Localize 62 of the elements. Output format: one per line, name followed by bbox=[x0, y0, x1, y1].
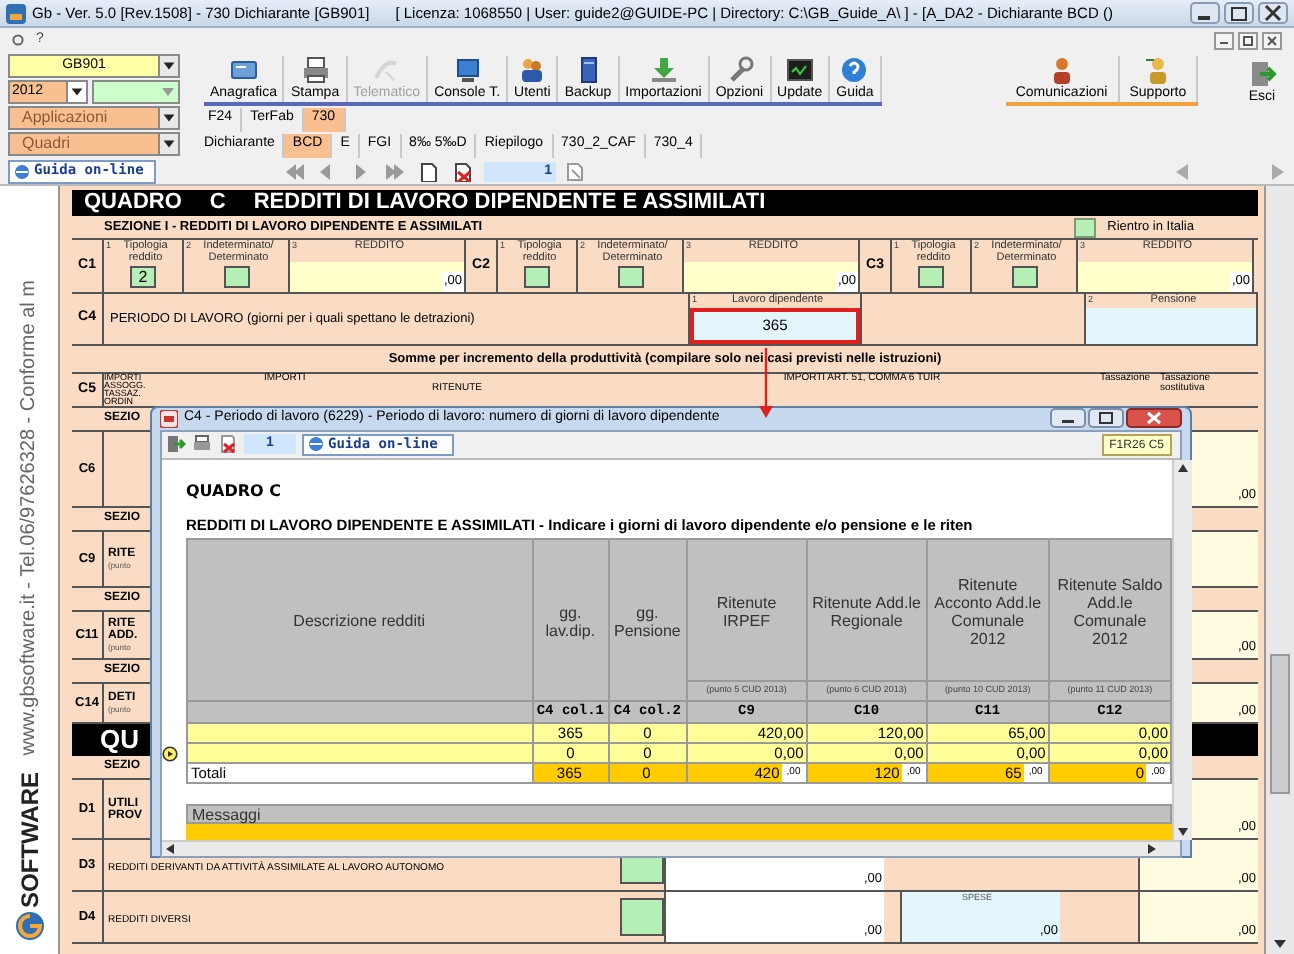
delete-page-icon[interactable] bbox=[450, 161, 476, 181]
form-header: QUADRO C REDDITI DI LAVORO DIPENDENTE E ASSIMILATI bbox=[72, 190, 1258, 216]
minimize-button[interactable] bbox=[1190, 2, 1220, 24]
logo-text: SOFTWARE bbox=[13, 772, 45, 908]
messages-header: Messaggi bbox=[186, 804, 1172, 825]
filter-select[interactable] bbox=[91, 80, 180, 104]
column-header: Ritenute Add.le Regionale bbox=[806, 538, 927, 681]
card-icon bbox=[229, 56, 258, 84]
column-header: gg. lav.dip. bbox=[532, 538, 609, 701]
restore-button[interactable] bbox=[1238, 31, 1258, 49]
restore-button[interactable] bbox=[1224, 2, 1254, 24]
new-page-icon[interactable] bbox=[416, 161, 442, 181]
code-field[interactable] bbox=[620, 898, 664, 936]
download-icon bbox=[649, 56, 678, 84]
code-field[interactable] bbox=[524, 266, 550, 288]
code-field[interactable] bbox=[617, 266, 643, 288]
code-field[interactable] bbox=[918, 266, 944, 288]
globe-icon bbox=[308, 436, 324, 452]
code-field[interactable] bbox=[223, 266, 249, 288]
app-logo-icon bbox=[6, 3, 26, 23]
dialog-app-icon bbox=[160, 409, 178, 428]
exit-icon bbox=[1248, 60, 1276, 88]
code-field[interactable] bbox=[1011, 266, 1037, 288]
logo-icon bbox=[13, 910, 45, 942]
close-button[interactable] bbox=[1262, 31, 1282, 49]
users-icon bbox=[518, 56, 547, 84]
number-field[interactable] bbox=[1086, 307, 1256, 344]
terminal-icon bbox=[785, 56, 814, 84]
minimize-button[interactable] bbox=[1214, 31, 1234, 49]
code-field[interactable]: 2 bbox=[130, 266, 156, 288]
quadri-select[interactable]: Quadri bbox=[8, 132, 180, 156]
dish-icon bbox=[372, 56, 401, 84]
close-button[interactable] bbox=[1126, 408, 1182, 429]
column-header: Ritenute IRPEF bbox=[686, 538, 807, 681]
column-header: Ritenute Saldo Add.le Comunale 2012 bbox=[1048, 538, 1171, 681]
goto-page-icon[interactable] bbox=[564, 161, 584, 181]
table-cell[interactable] bbox=[186, 743, 533, 764]
column-header: Descrizione redditi bbox=[186, 538, 533, 701]
help-icon bbox=[840, 56, 869, 84]
column-header: Ritenute Acconto Add.le Comunale 2012 bbox=[926, 538, 1049, 681]
exit-icon[interactable] bbox=[166, 434, 186, 454]
scroll-up-icon[interactable] bbox=[1174, 459, 1192, 475]
printer-icon bbox=[301, 56, 330, 84]
amount-field[interactable] bbox=[1190, 532, 1258, 586]
wrench-icon bbox=[725, 56, 754, 84]
dialog-heading: QUADRO C bbox=[186, 479, 283, 503]
minimize-button[interactable] bbox=[1050, 408, 1086, 429]
delete-icon[interactable] bbox=[218, 434, 238, 454]
printer-icon[interactable] bbox=[192, 434, 212, 454]
scrollbar-thumb[interactable] bbox=[1270, 654, 1290, 794]
checkbox[interactable] bbox=[1073, 217, 1096, 237]
table-cell[interactable] bbox=[186, 723, 533, 744]
section-heading: QU bbox=[100, 724, 139, 756]
applications-select[interactable]: Applicazioni bbox=[8, 106, 180, 130]
maximize-button[interactable] bbox=[1088, 408, 1124, 429]
banner-text: www.gbsoftware.it - Tel.06/97626328 - Conforme al m bbox=[16, 280, 42, 756]
close-button[interactable] bbox=[1258, 2, 1288, 24]
column-header: gg. Pensione bbox=[608, 538, 687, 701]
person-icon bbox=[1143, 56, 1172, 84]
circle-icon bbox=[12, 34, 24, 46]
globe-icon bbox=[14, 163, 30, 179]
monitor-icon bbox=[453, 56, 482, 84]
